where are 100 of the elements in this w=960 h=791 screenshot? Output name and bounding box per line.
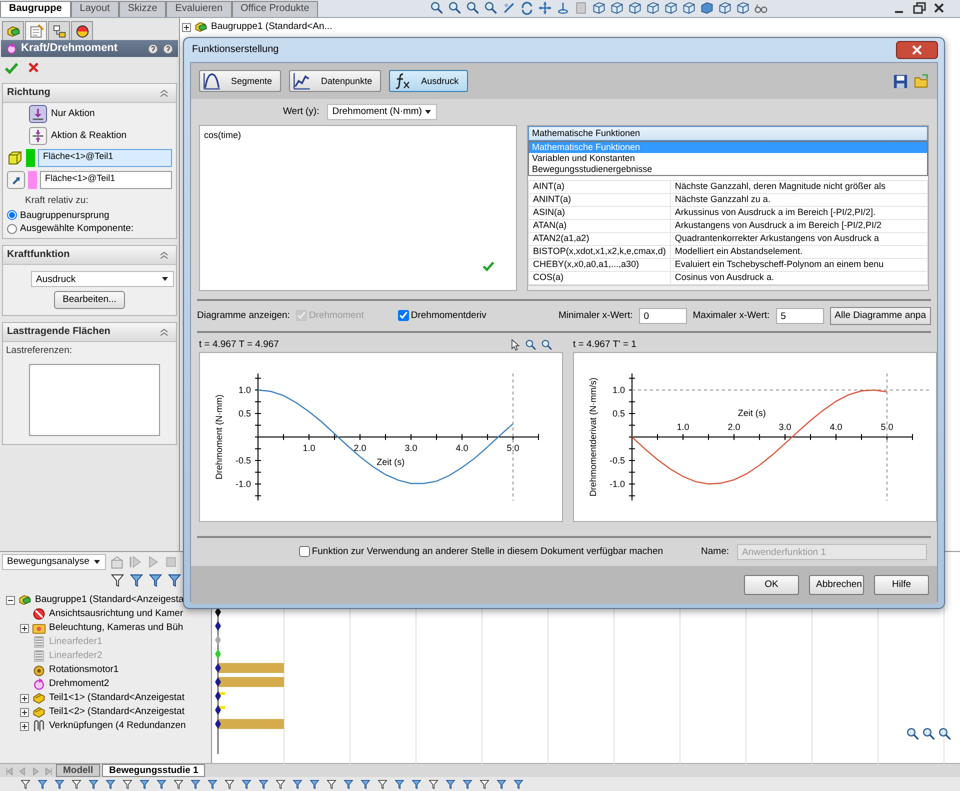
expression-field[interactable]: cos(time): [199, 125, 517, 291]
expand-box-icon[interactable]: [20, 694, 29, 702]
table-cell[interactable]: Nächste Ganzzahl zu a.: [670, 193, 928, 206]
cube-icon[interactable]: [610, 1, 624, 15]
tree-item[interactable]: Beleuchtung, Kameras und Büh: [49, 622, 184, 634]
tree-item[interactable]: Verknüpfungen (4 Redundanzen: [49, 720, 186, 732]
panel-tab[interactable]: [2, 21, 24, 40]
checkbox[interactable]: [398, 310, 409, 322]
table-cell[interactable]: ASIN(a): [528, 206, 670, 220]
checkbox[interactable]: [298, 546, 310, 558]
table-cell[interactable]: COS(a): [528, 271, 670, 284]
roll-icon[interactable]: [556, 1, 570, 15]
table-cell[interactable]: Cosinus von Ausdruck a.: [670, 271, 928, 284]
filter-icon[interactable]: [167, 573, 182, 588]
cube-icon[interactable]: [592, 1, 606, 15]
direction-button[interactable]: [29, 105, 47, 124]
close-button[interactable]: [896, 41, 938, 59]
selection-field[interactable]: Fläche<1>@Teil1: [40, 171, 172, 190]
mode-button[interactable]: Datenpunkte: [289, 70, 382, 92]
zoom-previous-icon[interactable]: [466, 1, 480, 15]
zoom-in-icon[interactable]: [922, 727, 936, 741]
dialog-button[interactable]: Hilfe: [874, 575, 929, 595]
tree-item[interactable]: Teil1<2> (Standard<Anzeigestat: [49, 706, 184, 718]
dropdown-option[interactable]: Bewegungsstudienergebnisse: [529, 164, 927, 175]
horizontal-scrollbar[interactable]: [528, 284, 928, 290]
selection-field[interactable]: Fläche<1>@Teil1: [38, 149, 172, 168]
table-cell[interactable]: Arkustangens von Ausdruck a im Bereich [-PI/2,PI/2: [670, 219, 928, 232]
expand-box-icon[interactable]: [20, 708, 29, 716]
table-cell[interactable]: CHEBY(x,x0,a0,a1,...,a30): [528, 258, 670, 272]
table-cell[interactable]: ANINT(a): [528, 193, 670, 206]
tree-item[interactable]: Ansichtsausrichtung und Kamer: [49, 608, 184, 620]
expand-box-icon[interactable]: [20, 624, 29, 632]
close-button[interactable]: [932, 1, 946, 15]
shaded-cube-icon[interactable]: [700, 1, 714, 15]
max-value-field[interactable]: 5: [776, 308, 824, 324]
dialog-button[interactable]: OK: [744, 575, 799, 595]
save-icon[interactable]: [893, 74, 908, 88]
tree-item[interactable]: Drehmoment2: [49, 678, 110, 690]
reference-list[interactable]: [29, 364, 160, 436]
zoom-fit-icon[interactable]: [525, 338, 537, 350]
tree-item[interactable]: Baugruppe1 (Standard<Anzeigesta: [35, 594, 184, 606]
table-cell[interactable]: AINT(a): [528, 180, 670, 194]
tree-item[interactable]: Teil1<1> (Standard<Anzeigestat: [49, 692, 184, 704]
filter-icon[interactable]: [148, 573, 163, 588]
pointer-icon[interactable]: [509, 338, 521, 350]
min-value-field[interactable]: 0: [638, 308, 687, 324]
rotate-icon[interactable]: [520, 1, 534, 15]
expand-box-icon[interactable]: [182, 22, 191, 32]
panel-tab[interactable]: [71, 21, 93, 40]
cube-icon[interactable]: [682, 1, 696, 15]
table-cell[interactable]: Nächste Ganzzahl, deren Magnitude nicht größer als: [670, 180, 928, 194]
zoom-out-icon[interactable]: [938, 727, 952, 741]
panel-tab[interactable]: [48, 21, 70, 40]
table-cell[interactable]: ATAN2(a1,a2): [528, 232, 670, 246]
table-cell[interactable]: Arkussinus von Ausdruck a im Bereich [-PI/2,PI/2].: [670, 206, 928, 220]
radio-button[interactable]: [7, 210, 17, 220]
ribbon-tab[interactable]: Layout: [70, 1, 119, 17]
cube-icon[interactable]: [736, 1, 750, 15]
study-tab[interactable]: Bewegungsstudie 1: [102, 764, 206, 777]
zoom-area-icon[interactable]: [448, 1, 462, 15]
value-dropdown[interactable]: Drehmoment (N·mm): [327, 104, 438, 120]
radio-button[interactable]: [7, 224, 17, 234]
edit-button[interactable]: Bearbeiten...: [54, 291, 126, 309]
function-dropdown[interactable]: Ausdruck: [31, 271, 174, 288]
fit-all-button[interactable]: Alle Diagramme anpa: [830, 307, 931, 325]
table-cell[interactable]: Evaluiert ein Tschebyscheff-Polynom an einem benu: [670, 258, 928, 272]
cube-icon[interactable]: [646, 1, 660, 15]
restore-button[interactable]: [912, 1, 926, 15]
zoom-fit-icon[interactable]: [430, 1, 444, 15]
pan-icon[interactable]: [538, 1, 552, 15]
table-cell[interactable]: Quadrantenkorrekter Arkustangens von Ausdruck a: [670, 232, 928, 246]
zoom-icon[interactable]: [541, 338, 553, 350]
table-cell[interactable]: Modelliert ein Abstandselement.: [670, 245, 928, 258]
direction-button[interactable]: [29, 127, 47, 146]
help-icon[interactable]: [147, 42, 159, 55]
study-tab[interactable]: Modell: [56, 764, 100, 777]
filter-icon[interactable]: [110, 573, 125, 588]
cube-icon[interactable]: [718, 1, 732, 15]
mode-button[interactable]: Segmente: [199, 70, 282, 92]
collapse-box-icon[interactable]: [6, 596, 15, 604]
ribbon-tab[interactable]: Baugruppe: [0, 1, 71, 17]
tree-item[interactable]: Rotationsmotor1: [49, 664, 119, 676]
zoom-selection-icon[interactable]: [484, 1, 498, 15]
study-type-dropdown[interactable]: Bewegungsanalyse: [2, 554, 106, 570]
zoom-in-icon[interactable]: [906, 727, 920, 741]
reverse-direction-button[interactable]: [7, 171, 25, 190]
table-cell[interactable]: BISTOP(x,xdot,x1,x2,k,e,cmax,d): [528, 245, 670, 258]
ribbon-tab[interactable]: Evaluieren: [166, 1, 232, 17]
table-cell[interactable]: ATAN(a): [528, 219, 670, 232]
help-icon[interactable]: [162, 42, 174, 55]
expand-box-icon[interactable]: [20, 722, 29, 730]
ribbon-tab[interactable]: Skizze: [118, 1, 166, 17]
dropdown-option[interactable]: Variablen und Konstanten: [529, 152, 927, 164]
category-dropdown[interactable]: Mathematische Funktionen: [528, 126, 928, 141]
mode-button[interactable]: Ausdruck: [389, 70, 468, 92]
play-from-start-icon[interactable]: [128, 554, 142, 568]
dialog-button[interactable]: Abbrechen: [809, 575, 864, 595]
ok-check-icon[interactable]: [4, 61, 19, 76]
ribbon-tab[interactable]: Office Produkte: [232, 1, 318, 17]
cube-icon[interactable]: [664, 1, 678, 15]
